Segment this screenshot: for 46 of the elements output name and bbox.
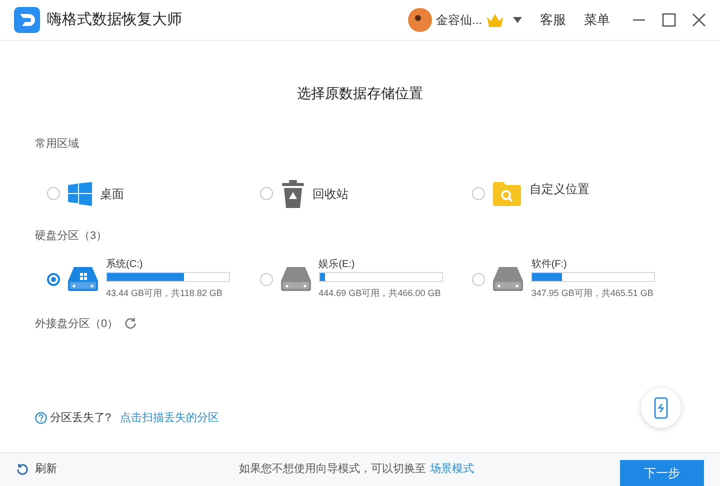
- radio-button[interactable]: [260, 187, 273, 200]
- window-title: 嗨格式数据恢复大师: [47, 10, 182, 30]
- drive-usage: 43.44 GB可用，共118.82 GB: [106, 287, 224, 300]
- drive-name[interactable]: 软件(F:): [531, 258, 656, 271]
- folder-search-icon: [493, 182, 522, 206]
- radio-button[interactable]: [47, 187, 60, 200]
- user-name[interactable]: 金容仙...: [436, 11, 482, 29]
- next-button[interactable]: 下一步: [620, 460, 704, 486]
- crown-icon: [487, 14, 503, 26]
- phone-icon: [654, 397, 668, 419]
- location-label[interactable]: 自定义位置: [529, 180, 590, 198]
- close-icon[interactable]: [692, 13, 706, 27]
- avatar-icon[interactable]: [408, 8, 432, 32]
- scene-mode-link[interactable]: 场景模式: [430, 461, 474, 478]
- drive-usage: 347.95 GB可用，共465.51 GB: [531, 287, 654, 300]
- refresh-icon[interactable]: [124, 317, 138, 330]
- refresh-link[interactable]: 刷新: [35, 461, 57, 478]
- scan-lost-partition-link[interactable]: 点击扫描丢失的分区: [120, 410, 220, 426]
- trash-icon: [280, 180, 305, 208]
- drive-icon: [493, 267, 524, 292]
- menu-link[interactable]: 菜单: [584, 10, 610, 30]
- section-title: 硬盘分区（3）: [35, 228, 108, 244]
- radio-button[interactable]: [472, 187, 486, 200]
- phone-float-button[interactable]: [641, 388, 681, 428]
- mode-hint: 如果您不想使用向导模式，可以切换至: [239, 462, 426, 478]
- location-label[interactable]: 回收站: [312, 184, 349, 202]
- app-logo-icon: [14, 7, 40, 33]
- help-icon: [35, 412, 47, 424]
- drive-icon: [68, 267, 98, 292]
- refresh-icon[interactable]: [16, 463, 29, 476]
- drive-icon: [280, 267, 311, 292]
- section-title: 常用区域: [35, 137, 80, 152]
- radio-button[interactable]: [472, 272, 486, 286]
- maximize-icon[interactable]: [662, 13, 676, 27]
- drive-name[interactable]: 系统(C:): [106, 258, 230, 271]
- page-heading: 选择原数据存储位置: [296, 84, 424, 103]
- radio-button[interactable]: [260, 272, 273, 286]
- windows-icon: [68, 182, 92, 206]
- location-label[interactable]: 桌面: [100, 184, 124, 202]
- radio-button[interactable]: [47, 272, 60, 286]
- drive-name[interactable]: 娱乐(E:): [318, 258, 443, 271]
- section-title: 外接盘分区（0）: [35, 316, 118, 332]
- menu-link[interactable]: 客服: [540, 10, 566, 30]
- caret-icon[interactable]: [513, 17, 522, 23]
- lost-partition-question: 分区丢失了?: [50, 410, 112, 426]
- drive-usage: 444.69 GB可用，共466.00 GB: [318, 287, 442, 300]
